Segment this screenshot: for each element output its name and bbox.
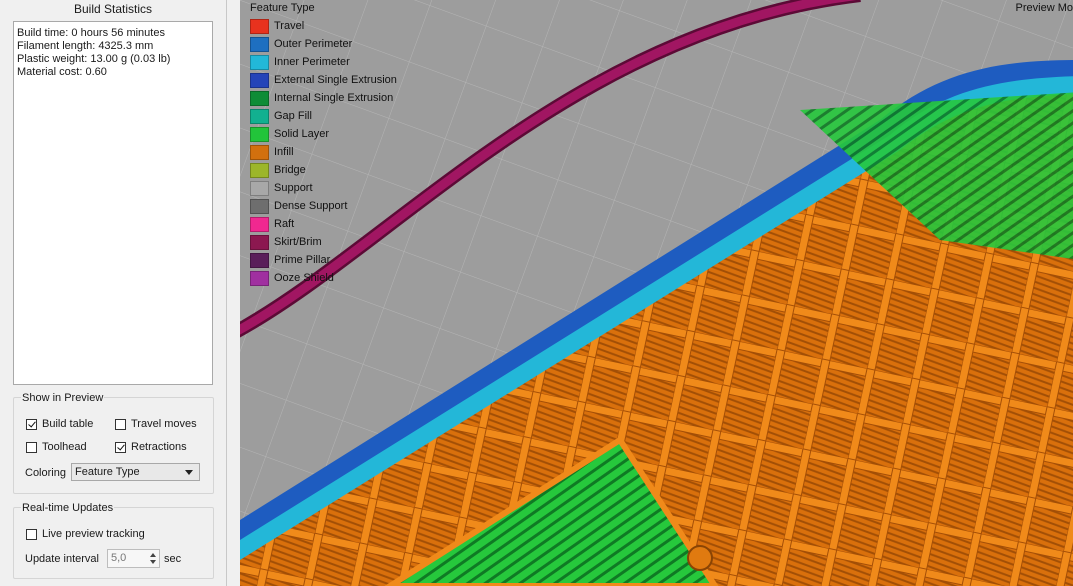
material-cost-text: Material cost: 0.60	[17, 66, 107, 78]
show-in-preview-label: Show in Preview	[21, 392, 105, 404]
live-preview-label: Live preview tracking	[42, 528, 145, 540]
legend-swatch	[250, 234, 269, 250]
retractions-label: Retractions	[131, 441, 187, 453]
legend-swatch	[250, 108, 269, 124]
realtime-updates-group: Real-time Updates Live preview tracking …	[13, 502, 214, 579]
checkbox-empty-icon	[26, 528, 37, 540]
update-interval-label: Update interval	[25, 553, 99, 565]
legend-swatch	[250, 252, 269, 268]
legend-swatch	[250, 36, 269, 52]
preview-mode-label: Preview Mo	[1015, 2, 1073, 14]
legend-swatch	[250, 180, 269, 196]
legend-label: Outer Perimeter	[274, 38, 353, 50]
legend-item: External Single Extrusion	[250, 71, 397, 89]
checkbox-empty-icon	[26, 441, 37, 453]
update-interval-value: 5,0	[111, 552, 127, 564]
legend-swatch	[250, 90, 269, 106]
travel-moves-checkbox[interactable]: Travel moves	[115, 418, 197, 430]
retraction-marker	[687, 545, 713, 571]
checkmark-icon	[115, 441, 126, 453]
legend-item: Internal Single Extrusion	[250, 89, 397, 107]
legend-label: Infill	[274, 146, 294, 158]
plastic-weight-text: Plastic weight: 13.00 g (0.03 lb)	[17, 53, 171, 65]
travel-moves-label: Travel moves	[131, 418, 197, 430]
legend-swatch	[250, 18, 269, 34]
show-in-preview-group: Show in Preview Build table Travel moves…	[13, 392, 214, 494]
legend-label: Prime Pillar	[274, 254, 331, 266]
build-statistics-title: Build Statistics	[73, 2, 153, 16]
legend-label: Solid Layer	[274, 128, 330, 140]
legend-label: Raft	[274, 218, 295, 230]
legend-item: Prime Pillar	[250, 251, 397, 269]
realtime-updates-label: Real-time Updates	[21, 502, 115, 514]
spin-down-icon[interactable]	[150, 560, 156, 564]
legend-label: External Single Extrusion	[274, 74, 397, 86]
retractions-checkbox[interactable]: Retractions	[115, 441, 187, 453]
legend-swatch	[250, 72, 269, 88]
legend-swatch	[250, 126, 269, 142]
legend-item: Raft	[250, 215, 397, 233]
build-table-checkbox[interactable]: Build table	[26, 418, 93, 430]
toolhead-checkbox[interactable]: Toolhead	[26, 441, 87, 453]
legend-swatch	[250, 162, 269, 178]
legend-swatch	[250, 270, 269, 286]
preview-viewport[interactable]: Feature Type Travel Outer Perimeter Inner …	[240, 0, 1073, 586]
legend-swatch	[250, 144, 269, 160]
legend-item: Gap Fill	[250, 107, 397, 125]
legend-item: Ooze Shield	[250, 269, 397, 287]
legend-title: Feature Type	[250, 2, 315, 14]
legend-label: Gap Fill	[274, 110, 312, 122]
coloring-label: Coloring	[25, 467, 66, 479]
toolhead-label: Toolhead	[42, 441, 87, 453]
legend-label: Support	[274, 182, 313, 194]
build-statistics-box: Build time: 0 hours 56 minutes Filament …	[13, 21, 213, 385]
legend-swatch	[250, 54, 269, 70]
legend-item: Infill	[250, 143, 397, 161]
update-interval-unit: sec	[164, 553, 182, 565]
sidebar-panel: Build Statistics Build time: 0 hours 56 …	[0, 0, 227, 586]
legend-item: Dense Support	[250, 197, 397, 215]
legend-item: Support	[250, 179, 397, 197]
legend-label: Inner Perimeter	[274, 56, 350, 68]
filament-length-text: Filament length: 4325.3 mm	[17, 40, 154, 52]
legend-swatch	[250, 216, 269, 232]
feature-type-legend: Feature Type Travel Outer Perimeter Inner …	[250, 2, 397, 287]
legend-item: Travel	[250, 17, 397, 35]
legend-label: Travel	[274, 20, 305, 32]
checkbox-empty-icon	[115, 418, 126, 430]
live-preview-checkbox[interactable]: Live preview tracking	[26, 528, 145, 540]
coloring-value: Feature Type	[75, 466, 140, 478]
legend-item: Inner Perimeter	[250, 53, 397, 71]
legend-label: Dense Support	[274, 200, 348, 212]
legend-label: Internal Single Extrusion	[274, 92, 394, 104]
legend-label: Skirt/Brim	[274, 236, 322, 248]
legend-label: Ooze Shield	[274, 272, 334, 284]
coloring-dropdown[interactable]: Feature Type	[71, 463, 200, 481]
checkmark-icon	[26, 418, 37, 430]
legend-item: Outer Perimeter	[250, 35, 397, 53]
legend-item: Skirt/Brim	[250, 233, 397, 251]
legend-item: Solid Layer	[250, 125, 397, 143]
legend-swatch	[250, 198, 269, 214]
spin-up-icon[interactable]	[150, 553, 156, 557]
legend-label: Bridge	[274, 164, 306, 176]
update-interval-spinbox[interactable]: 5,0	[107, 549, 160, 568]
build-table-label: Build table	[42, 418, 94, 430]
chevron-down-icon	[185, 470, 193, 475]
legend-item: Bridge	[250, 161, 397, 179]
build-time-text: Build time: 0 hours 56 minutes	[17, 27, 165, 39]
